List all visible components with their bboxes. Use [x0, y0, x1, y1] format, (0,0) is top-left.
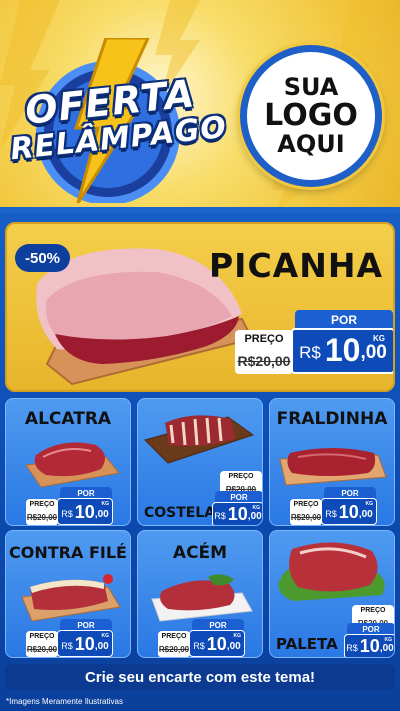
price-tag: POR R$ 10 ,00 KG — [212, 491, 262, 525]
unit-label: KG — [252, 505, 261, 511]
preco-label: PREÇO — [290, 499, 322, 511]
price-tag: PREÇO R$20,00 POR R$ 10 ,00 KG — [158, 619, 246, 657]
price-integer: 10 — [206, 634, 227, 654]
price-decimal: ,00 — [247, 511, 262, 522]
featured-product-card: -50% PICANHA PREÇO R$20,00 POR R$ 10 ,00… — [5, 222, 395, 392]
new-price: R$ 10 ,00 KG — [321, 498, 377, 525]
unit-label: KG — [233, 633, 242, 639]
product-name: ACÉM — [172, 543, 228, 563]
new-price: R$ 10 ,00 KG — [57, 498, 113, 525]
preco-label: PREÇO — [26, 631, 58, 643]
unit-label: KG — [101, 501, 110, 507]
preco-label: PREÇO — [235, 330, 293, 348]
price-decimal: ,00 — [379, 643, 394, 654]
discount-badge: -50% — [15, 244, 70, 272]
currency-symbol: R$ — [61, 509, 73, 519]
product-card-fraldinha: FRALDINHA PREÇO R$20,00 POR R$ 10 ,00 KG — [269, 398, 395, 526]
costela-image — [144, 415, 255, 464]
header-banner: OFERTA RELÂMPAGO SUA LOGO AQUI — [0, 0, 400, 213]
unit-label: KG — [101, 633, 110, 639]
fraldinha-image — [279, 448, 387, 486]
logo-placeholder: SUA LOGO AQUI — [240, 45, 382, 187]
preco-label: PREÇO — [26, 499, 58, 511]
product-name: FRALDINHA — [276, 409, 388, 429]
logo-text-line2: LOGO — [264, 98, 358, 134]
price-integer: 10 — [227, 504, 248, 524]
product-name: ALCATRA — [24, 409, 112, 429]
price-tag: POR R$ 10 ,00 KG — [344, 623, 394, 657]
unit-label: KG — [365, 501, 374, 507]
old-price: R$20,00 — [235, 348, 293, 374]
price-integer: 10 — [324, 332, 361, 368]
alcatra-image — [25, 442, 120, 488]
price-decimal: ,00 — [94, 509, 109, 520]
currency-symbol: R$ — [61, 641, 73, 651]
new-price: R$ 10 ,00 KG — [212, 502, 262, 525]
product-card-acem: ACÉM PREÇO R$20,00 POR R$ 10 ,00 KG — [137, 530, 263, 658]
product-card-paleta: PREÇO R$20,00 PALETA POR R$ 10 ,00 KG — [269, 530, 395, 658]
product-card-contra-file: CONTRA FILÉ PREÇO R$20,00 POR R$ 10 ,00 … — [5, 530, 131, 658]
new-price: R$ 10 ,00 KG — [291, 328, 393, 374]
old-price: R$20,00 — [26, 643, 58, 657]
paleta-image — [278, 542, 385, 601]
price-integer: 10 — [338, 502, 359, 522]
price-integer: 10 — [74, 502, 95, 522]
product-name: CONTRA FILÉ — [9, 543, 127, 562]
new-price: R$ 10 ,00 KG — [344, 634, 394, 657]
featured-price-tag: PREÇO R$20,00 POR R$ 10 ,00 KG — [235, 310, 393, 376]
new-price: R$ 10 ,00 KG — [57, 630, 113, 657]
por-label: POR — [295, 310, 393, 330]
old-price: R$20,00 — [158, 643, 190, 657]
price-decimal: ,00 — [94, 641, 109, 652]
disclaimer-text: *Imagens Meramente Ilustrativas — [6, 697, 123, 706]
price-decimal: ,00 — [360, 342, 387, 363]
unit-label: KG — [373, 334, 385, 343]
cta-banner[interactable]: Crie seu encarte com este tema! — [5, 664, 395, 690]
logo-text-line3: AQUI — [277, 129, 345, 158]
price-tag: PREÇO R$20,00 POR R$ 10 ,00 KG — [290, 487, 378, 525]
old-price: R$20,00 — [290, 511, 322, 525]
price-tag: PREÇO R$20,00 POR R$ 10 ,00 KG — [26, 487, 114, 525]
currency-symbol: R$ — [193, 641, 205, 651]
currency-symbol: R$ — [214, 511, 226, 521]
preco-label: PREÇO — [158, 631, 190, 643]
product-card-costela: PREÇO R$20,00 COSTELA POR R$ 10 ,00 KG — [137, 398, 263, 526]
price-decimal: ,00 — [226, 641, 241, 652]
product-card-alcatra: ALCATRA PREÇO R$20,00 POR R$ 10 ,00 KG — [5, 398, 131, 526]
logo-text-line1: SUA — [283, 73, 339, 102]
price-integer: 10 — [74, 634, 95, 654]
price-tag: PREÇO R$20,00 POR R$ 10 ,00 KG — [26, 619, 114, 657]
preco-label: PREÇO — [220, 471, 262, 483]
product-name: PALETA — [276, 635, 338, 653]
old-price: R$20,00 — [26, 511, 58, 525]
featured-product-name: PICANHA — [209, 246, 383, 285]
new-price: R$ 10 ,00 KG — [189, 630, 245, 657]
product-name: COSTELA — [144, 505, 216, 521]
preco-label: PREÇO — [352, 605, 394, 617]
currency-symbol: R$ — [299, 343, 321, 362]
header-divider — [0, 207, 400, 213]
acem-image — [151, 574, 253, 622]
unit-label: KG — [384, 637, 393, 643]
price-decimal: ,00 — [358, 509, 373, 520]
currency-symbol: R$ — [325, 509, 337, 519]
contra-file-image — [21, 574, 121, 622]
price-integer: 10 — [359, 636, 380, 656]
currency-symbol: R$ — [346, 643, 358, 653]
